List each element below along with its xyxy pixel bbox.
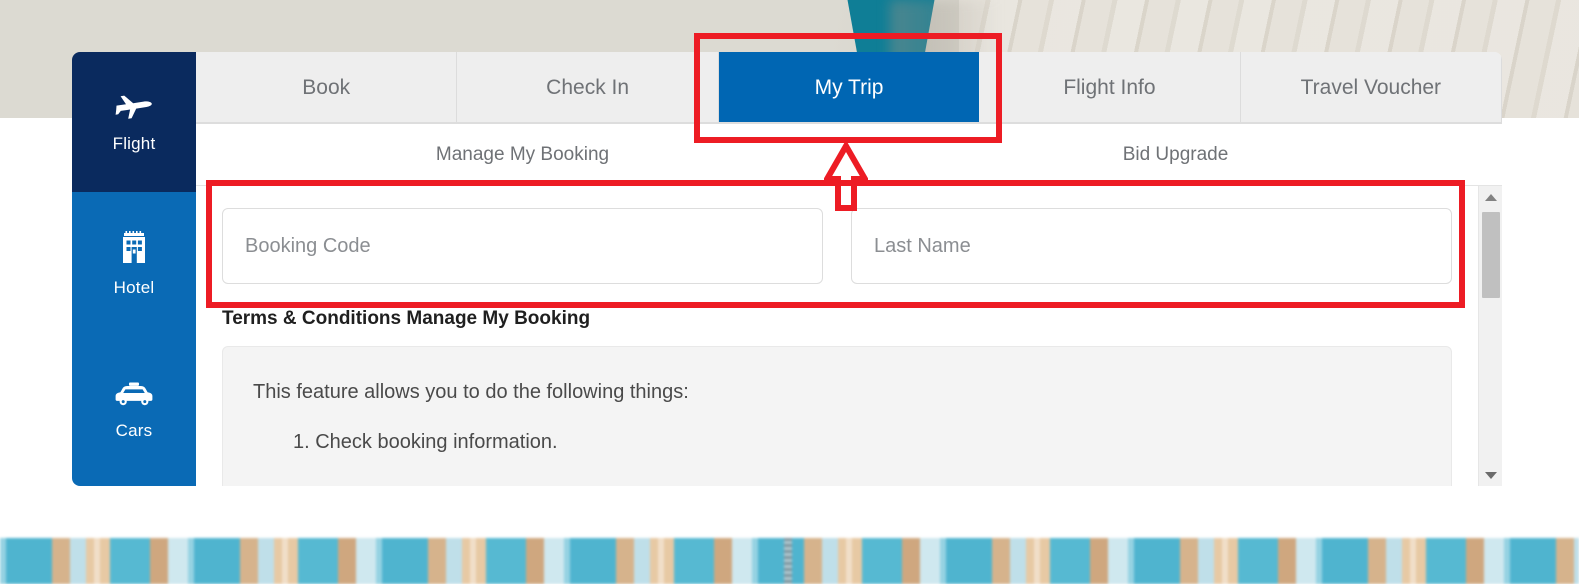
terms-list-item: 1. Check booking information. xyxy=(293,431,558,453)
panel-scroll-viewport: Booking Code Last Name Terms & Condition… xyxy=(196,186,1478,486)
booking-panel: Book Check In My Trip Flight Info Travel… xyxy=(196,52,1502,486)
terms-box: This feature allows you to do the follow… xyxy=(222,346,1452,486)
terms-intro: This feature allows you to do the follow… xyxy=(253,381,689,403)
chevron-up-icon xyxy=(1485,193,1497,201)
booking-code-placeholder: Booking Code xyxy=(245,234,371,257)
sidebar-item-label: Hotel xyxy=(113,278,155,297)
tab-book[interactable]: Book xyxy=(196,52,458,124)
content-scrollbar[interactable] xyxy=(1478,186,1502,486)
panel-content-area: Booking Code Last Name Terms & Condition… xyxy=(196,186,1502,486)
tab-label: Flight Info xyxy=(1063,76,1156,99)
subtab-active-underline xyxy=(490,181,555,185)
lookup-form: Booking Code Last Name xyxy=(196,186,1478,284)
tab-my-trip[interactable]: My Trip xyxy=(718,52,980,124)
last-name-placeholder: Last Name xyxy=(874,234,971,257)
tab-label: Check In xyxy=(546,76,630,99)
main-tabbar: Book Check In My Trip Flight Info Travel… xyxy=(196,52,1502,124)
sidebar-item-label: Cars xyxy=(115,421,153,440)
tab-label: Book xyxy=(302,76,351,99)
scroll-up-button[interactable] xyxy=(1479,186,1503,208)
sidebar-item-label: Flight xyxy=(112,133,156,153)
tab-check-in[interactable]: Check In xyxy=(457,52,719,124)
tab-label: My Trip xyxy=(814,76,884,99)
scrollbar-thumb[interactable] xyxy=(1482,212,1500,298)
airplane-seats-background xyxy=(0,538,1579,584)
sub-tabbar: Manage My Booking Bid Upgrade xyxy=(196,124,1502,186)
subtab-label: Bid Upgrade xyxy=(1122,143,1229,165)
tab-label: Travel Voucher xyxy=(1300,76,1442,99)
subtab-label: Manage My Booking xyxy=(435,143,610,165)
product-sidebar: Flight Hotel Cars xyxy=(72,52,196,486)
sidebar-item-flight[interactable]: Flight xyxy=(72,52,196,192)
tab-flight-info[interactable]: Flight Info xyxy=(979,52,1241,124)
screenshot-root: Flight Hotel Cars Book Check In My Trip … xyxy=(0,0,1579,584)
terms-title: Terms & Conditions Manage My Booking xyxy=(222,308,591,329)
sidebar-item-cars[interactable]: Cars xyxy=(72,337,196,486)
hotel-building-icon xyxy=(117,231,151,268)
booking-widget: Flight Hotel Cars Book Check In My Trip … xyxy=(72,52,1502,486)
subtab-bid-upgrade[interactable]: Bid Upgrade xyxy=(849,124,1502,185)
booking-code-input[interactable]: Booking Code xyxy=(222,208,823,284)
tab-travel-voucher[interactable]: Travel Voucher xyxy=(1240,52,1502,124)
chevron-down-icon xyxy=(1485,471,1497,479)
airplane-icon xyxy=(114,91,154,124)
scroll-down-button[interactable] xyxy=(1479,464,1503,486)
taxi-car-icon xyxy=(114,382,154,411)
sidebar-item-hotel[interactable]: Hotel xyxy=(72,192,196,337)
cabin-aisle xyxy=(784,538,792,584)
last-name-input[interactable]: Last Name xyxy=(851,208,1452,284)
subtab-manage-my-booking[interactable]: Manage My Booking xyxy=(196,124,849,185)
